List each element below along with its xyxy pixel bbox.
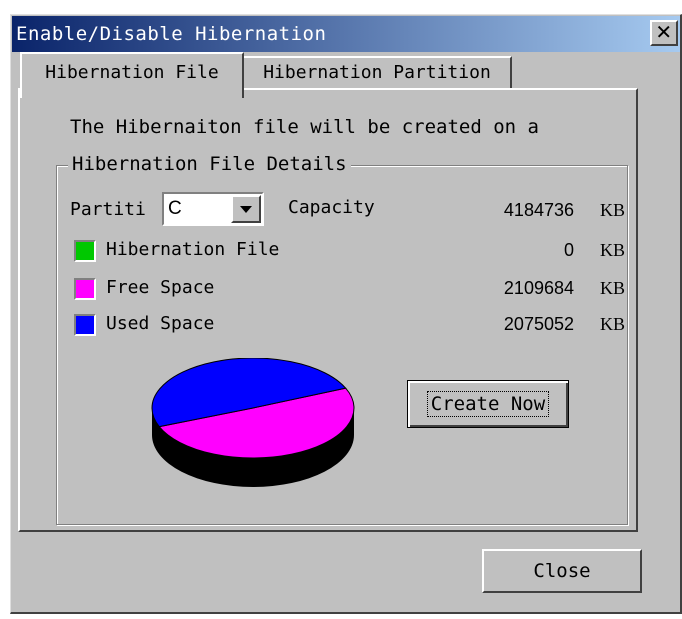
used-space-value: 2075052: [503, 314, 574, 334]
group-title: Hibernation File Details: [68, 152, 351, 176]
hibernation-file-unit: KB: [600, 240, 626, 260]
capacity-label: Capacity: [288, 197, 375, 218]
free-space-label: Free Space: [106, 277, 215, 298]
partition-select[interactable]: C: [162, 192, 264, 226]
create-now-button[interactable]: Create Now: [407, 380, 569, 428]
partition-value: C: [168, 198, 182, 219]
used-space-label: Used Space: [106, 313, 215, 334]
pie-chart: [151, 358, 355, 487]
tab-label: Hibernation File: [45, 62, 219, 83]
window-title: Enable/Disable Hibernation: [16, 23, 327, 45]
tab-label: Hibernation Partition: [263, 62, 491, 83]
hibernation-file-label: Hibernation File: [106, 239, 280, 260]
pie-slices: [151, 358, 355, 459]
chevron-down-icon[interactable]: [231, 195, 261, 223]
close-icon[interactable]: ✕: [650, 20, 678, 46]
hibernation-file-swatch: [74, 240, 96, 262]
tab-hibernation-partition[interactable]: Hibernation Partition: [242, 56, 512, 90]
tab-hibernation-file[interactable]: Hibernation File: [20, 52, 244, 98]
close-label: Close: [533, 560, 591, 582]
used-space-unit: KB: [600, 314, 626, 334]
used-space-swatch: [74, 314, 96, 336]
partition-label: Partiti: [70, 199, 146, 220]
free-space-value: 2109684: [503, 278, 574, 298]
free-space-unit: KB: [600, 278, 626, 298]
create-now-label: Create Now: [426, 391, 550, 417]
free-space-swatch: [74, 278, 96, 300]
capacity-value: 4184736: [503, 200, 574, 220]
capacity-unit: KB: [600, 200, 626, 220]
title-bar[interactable]: Enable/Disable Hibernation ✕: [12, 16, 680, 52]
info-text: The Hibernaiton file will be created on …: [70, 116, 539, 138]
close-button[interactable]: Close: [482, 549, 642, 593]
hibernation-file-value: 0: [563, 240, 574, 260]
